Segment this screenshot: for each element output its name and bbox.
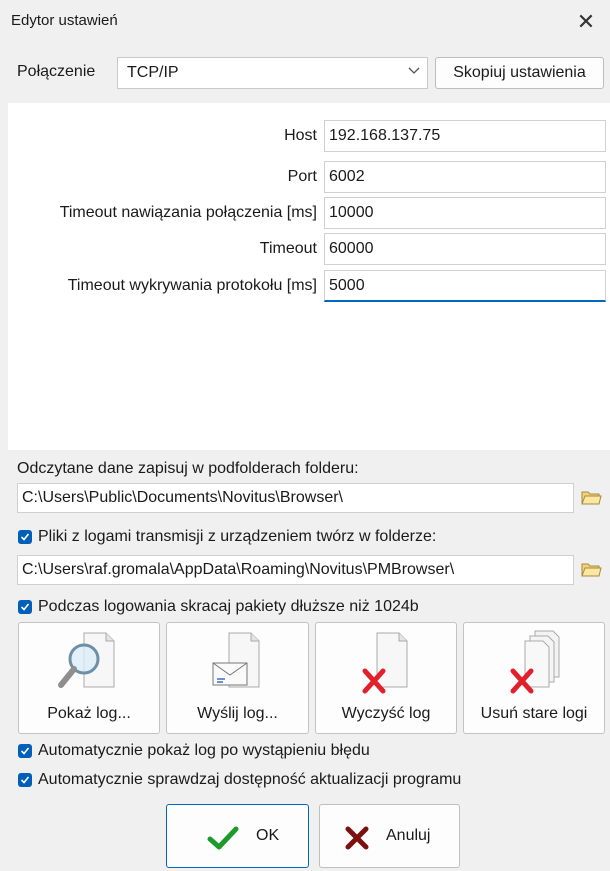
folder-icon[interactable] [580,558,604,582]
close-icon: ✕ [576,9,596,34]
cancel-label: Anuluj [386,827,431,844]
clear-log-button[interactable]: Wyczyść log [315,622,457,734]
show-log-button[interactable]: Pokaż log... [18,622,160,734]
log-folder-path[interactable]: C:\Users\raf.gromala\AppData\Roaming\Nov… [17,555,574,585]
copy-settings-button[interactable]: Skopiuj ustawienia [435,57,604,89]
close-button[interactable]: ✕ [572,8,600,36]
truncate-packets-label: Podczas logowania skracaj pakiety dłuższ… [38,598,419,615]
connection-timeout-input[interactable]: 10000 [324,197,606,229]
protocol-timeout-label: Timeout wykrywania protokołu [ms] [67,277,317,294]
connection-timeout-label: Timeout nawiązania połączenia [ms] [59,204,317,221]
delete-documents-icon [510,630,560,694]
send-log-button[interactable]: Wyślij log... [166,622,309,734]
protocol-timeout-input[interactable]: 5000 [324,270,606,302]
title-bar: Edytor ustawień ✕ [0,0,610,44]
data-folder-label: Odczytane dane zapisuj w podfolderach fo… [17,460,359,477]
auto-update-checkbox[interactable] [18,773,32,787]
folder-icon[interactable] [580,486,604,510]
connection-value: TCP/IP [127,64,179,81]
log-folder-label: Pliki z logami transmisji z urządzeniem … [38,528,437,545]
log-folder-checkbox[interactable] [18,530,32,544]
window-title: Edytor ustawień [11,12,118,29]
clear-log-label: Wyczyść log [341,705,431,722]
ok-label: OK [256,827,280,844]
cancel-button[interactable]: Anuluj [319,804,460,868]
host-input[interactable]: 192.168.137.75 [324,120,606,152]
connection-select[interactable]: TCP/IP [117,57,428,89]
timeout-input[interactable]: 60000 [324,233,606,265]
ok-button[interactable]: OK [166,804,309,868]
delete-old-logs-button[interactable]: Usuń stare logi [463,622,605,734]
timeout-label: Timeout [259,240,317,257]
delete-document-icon [362,632,408,694]
show-log-label: Pokaż log... [47,705,131,722]
send-log-label: Wyślij log... [197,705,278,722]
port-label: Port [287,168,317,185]
auto-show-log-label: Automatycznie pokaż log po wystąpieniu b… [38,742,370,759]
host-label: Host [284,127,317,144]
truncate-packets-checkbox[interactable] [18,600,32,614]
auto-show-log-checkbox[interactable] [18,744,32,758]
cancel-x-icon [345,826,369,850]
auto-update-label: Automatycznie sprawdzaj dostępność aktua… [38,771,462,788]
magnifier-document-icon [58,632,115,688]
port-input[interactable]: 6002 [324,161,606,193]
checkmark-icon [207,826,239,850]
chevron-down-icon [407,63,421,80]
delete-old-logs-label: Usuń stare logi [480,705,588,722]
connection-label: Połączenie [17,63,96,80]
envelope-document-icon [212,632,259,688]
data-folder-path[interactable]: C:\Users\Public\Documents\Novitus\Browse… [17,483,574,513]
